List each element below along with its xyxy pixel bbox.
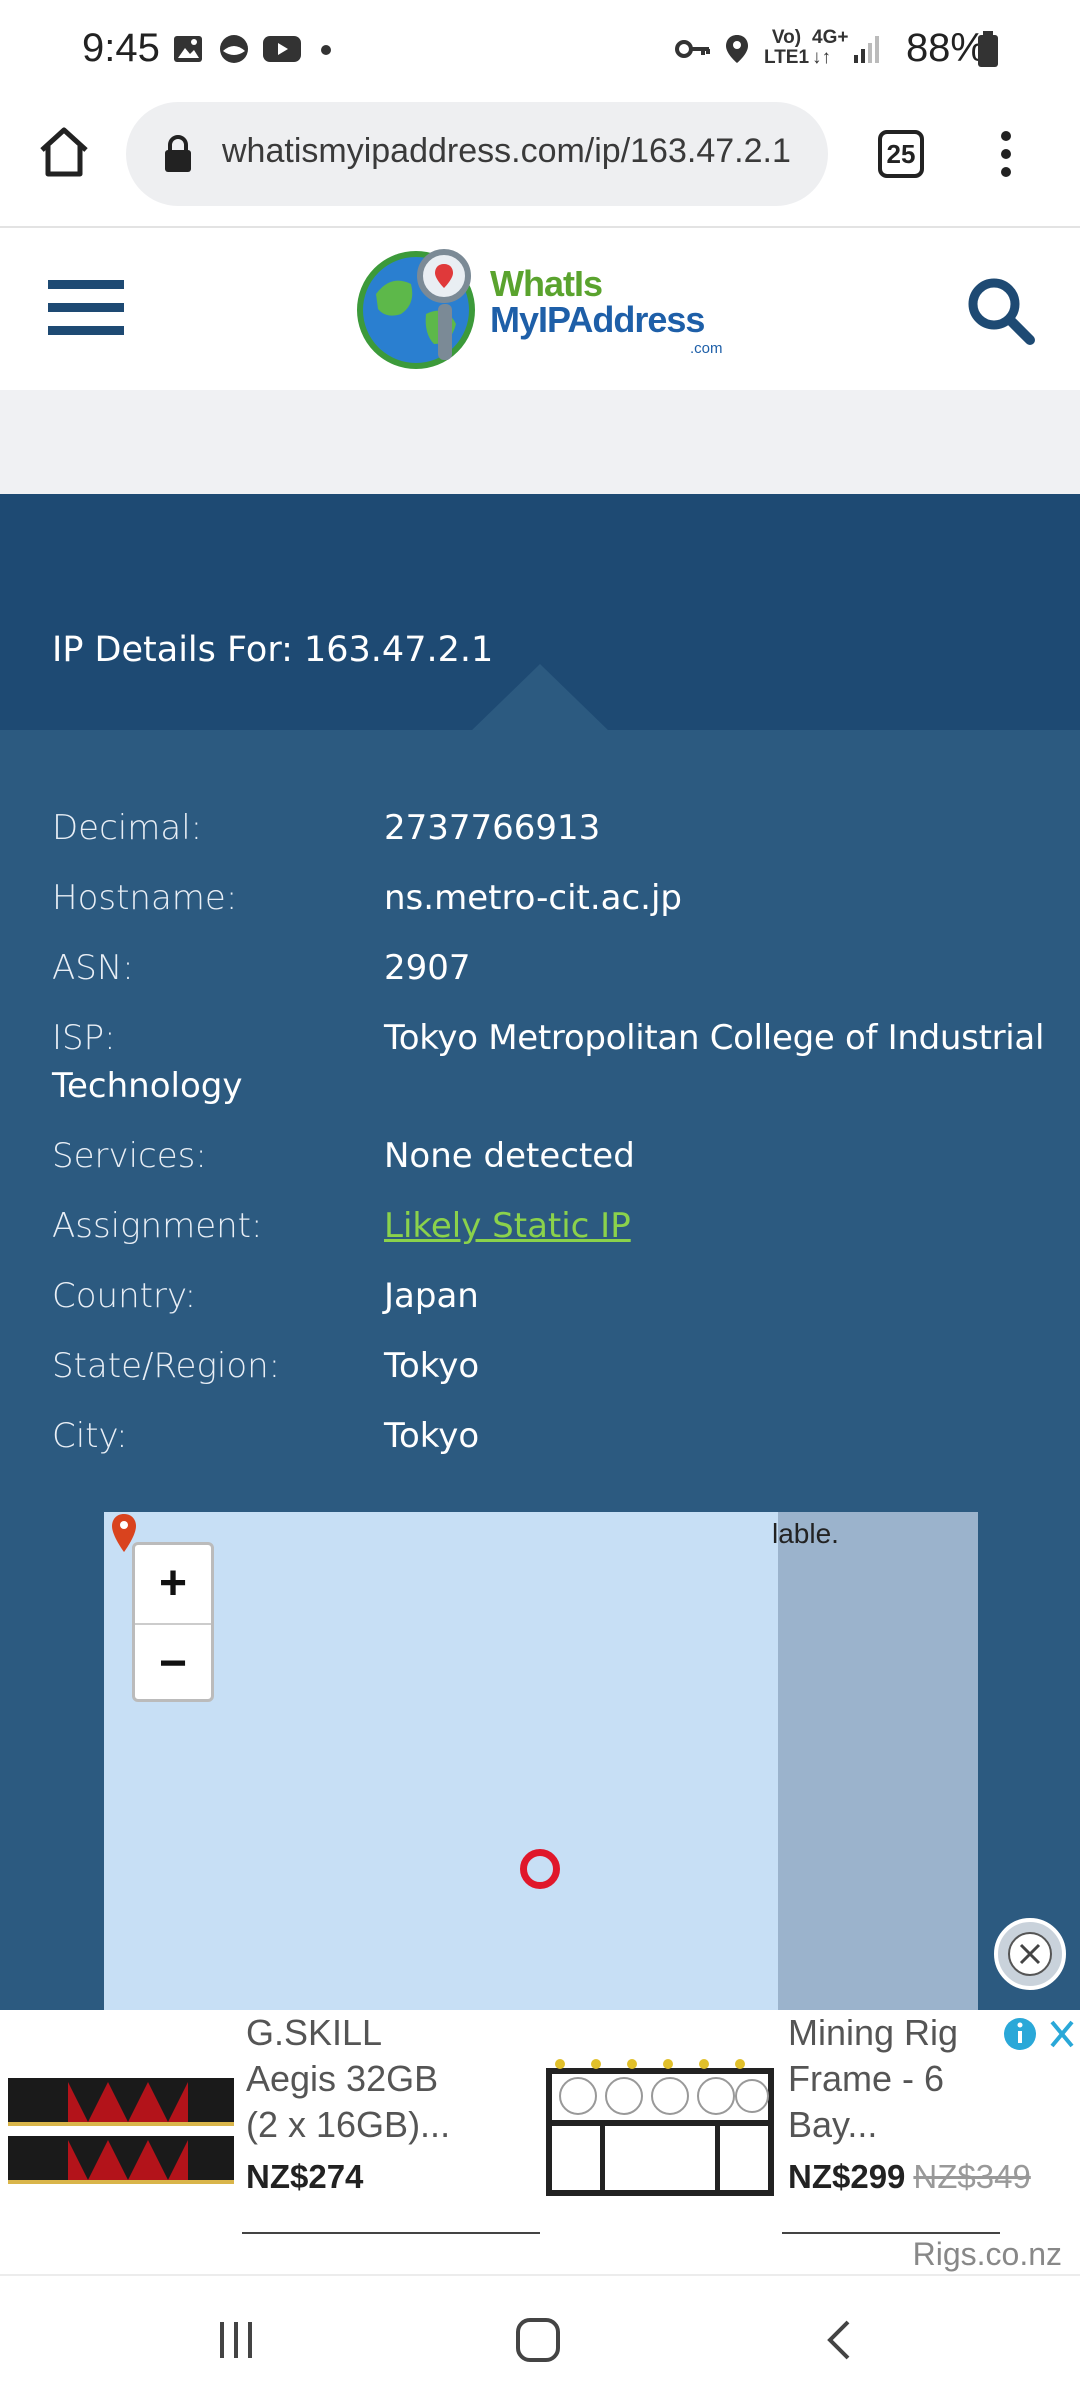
ad-1-title-line1[interactable]: G.SKILL — [246, 2010, 382, 2056]
hostname-value: ns.metro-cit.ac.jp — [384, 878, 683, 918]
signal-icon — [854, 36, 879, 63]
ad-2-old-price: NZ$349 — [913, 2158, 1031, 2195]
map-zoom-control: + − — [132, 1542, 214, 1702]
zoom-in-button[interactable]: + — [135, 1545, 211, 1622]
services-value: None detected — [384, 1136, 635, 1176]
ram-product-image[interactable] — [8, 2066, 234, 2190]
messenger-icon — [220, 35, 248, 63]
vpn-key-icon — [675, 40, 710, 58]
assignment-label: Assignment: — [52, 1206, 263, 1246]
more-options-icon[interactable] — [990, 128, 1022, 180]
ad-2-price[interactable]: NZ$299 — [788, 2158, 905, 2195]
ad-2-divider — [782, 2232, 1000, 2234]
ad-1-title-line2[interactable]: Aegis 32GB — [246, 2056, 438, 2102]
map-tile-unavailable — [778, 1512, 978, 2012]
youtube-icon — [263, 36, 301, 62]
asn-label: ASN: — [52, 948, 134, 988]
details-title: IP Details For: 163.47.2.1 — [52, 630, 494, 670]
notification-dot-icon — [321, 45, 331, 55]
gallery-icon — [174, 36, 202, 62]
logo-text-line2: MyIPAddress — [490, 299, 705, 340]
volte-indicator: Vo) LTE1 — [764, 28, 809, 68]
recent-apps-icon[interactable] — [214, 2318, 258, 2362]
volte-label: Vo) — [771, 27, 802, 48]
services-label: Services: — [52, 1136, 207, 1176]
url-text[interactable]: whatismyipaddress.com/ip/163.47.2.1 — [222, 132, 812, 171]
lte-label: LTE1 — [764, 47, 810, 68]
battery-icon — [978, 31, 998, 67]
details-banner: IP Details For: 163.47.2.1 — [0, 494, 1080, 732]
asn-value: 2907 — [384, 948, 471, 988]
decimal-label: Decimal: — [52, 808, 203, 848]
lock-icon[interactable] — [162, 134, 194, 174]
location-circle — [520, 1849, 560, 1889]
status-bar: 9:45 Vo) LTE1 4G+ ↓↑ 88% — [0, 0, 1080, 100]
ad-2-price-group[interactable]: NZ$299 NZ$349 — [788, 2158, 1031, 2196]
ad-item-1[interactable]: G.SKILL Aegis 32GB (2 x 16GB)... NZ$274 — [0, 2010, 540, 2240]
isp-label: ISP: — [52, 1018, 116, 1058]
country-value: Japan — [384, 1276, 479, 1316]
region-value: Tokyo — [384, 1346, 480, 1386]
ad-2-title-line2[interactable]: Frame - 6 — [788, 2056, 944, 2102]
location-map[interactable]: lable. + − — [104, 1512, 978, 2012]
home-nav-icon[interactable] — [514, 2316, 562, 2364]
country-label: Country: — [52, 1276, 197, 1316]
logo-text-suffix: .com — [690, 340, 723, 357]
decimal-value: 2737766913 — [384, 808, 601, 848]
map-notice-text: lable. — [772, 1518, 839, 1549]
search-icon[interactable] — [966, 276, 1036, 346]
ad-1-title-line3[interactable]: (2 x 16GB)... — [246, 2102, 450, 2148]
globe-logo-icon — [357, 249, 475, 369]
home-icon[interactable] — [36, 124, 92, 180]
city-label: City: — [52, 1416, 128, 1456]
zoom-out-button[interactable]: − — [135, 1623, 211, 1700]
browser-toolbar: whatismyipaddress.com/ip/163.47.2.1 25 — [0, 100, 1080, 228]
network-type-label: 4G+ — [812, 27, 849, 48]
network-type: 4G+ ↓↑ — [812, 28, 848, 68]
ad-placeholder-band — [0, 390, 1080, 494]
assignment-link[interactable]: Likely Static IP — [384, 1206, 631, 1246]
location-icon — [726, 35, 748, 63]
ad-brand-label[interactable]: Rigs.co.nz — [913, 2236, 1062, 2273]
mining-rig-product-image[interactable] — [540, 2050, 780, 2200]
isp-value: Tokyo Metropolitan College of Industrial — [384, 1018, 1045, 1058]
hamburger-menu-icon[interactable] — [46, 278, 126, 338]
back-icon[interactable] — [822, 2318, 858, 2362]
ad-2-title-line1[interactable]: Mining Rig — [788, 2010, 958, 2056]
logo-text-line1: WhatIs — [490, 263, 603, 304]
ad-2-title-line3[interactable]: Bay... — [788, 2102, 877, 2148]
ad-1-divider — [242, 2232, 540, 2234]
system-nav-bar — [0, 2274, 1080, 2400]
ad-item-2[interactable]: Mining Rig Frame - 6 Bay... NZ$299 NZ$349 — [540, 2010, 1031, 2240]
ad-choices-icon[interactable] — [1000, 2014, 1080, 2054]
tab-switcher-button[interactable]: 25 — [878, 130, 924, 178]
banner-pointer — [470, 664, 610, 732]
ad-close-button[interactable] — [994, 1918, 1066, 1990]
battery-percent: 88% — [905, 26, 986, 70]
isp-value-continued: Technology — [52, 1066, 243, 1106]
city-value: Tokyo — [384, 1416, 480, 1456]
status-time: 9:45 — [82, 26, 160, 70]
close-icon[interactable] — [1006, 1930, 1054, 1978]
ad-1-price[interactable]: NZ$274 — [246, 2158, 363, 2196]
site-header: WhatIs MyIPAddress .com — [0, 230, 1080, 390]
url-bar[interactable]: whatismyipaddress.com/ip/163.47.2.1 — [126, 102, 828, 206]
data-arrows-icon: ↓↑ — [812, 47, 831, 68]
ad-strip: G.SKILL Aegis 32GB (2 x 16GB)... NZ$274 … — [0, 2010, 1080, 2274]
hostname-label: Hostname: — [52, 878, 238, 918]
region-label: State/Region: — [52, 1346, 281, 1386]
site-logo[interactable]: WhatIs MyIPAddress .com — [356, 244, 736, 374]
